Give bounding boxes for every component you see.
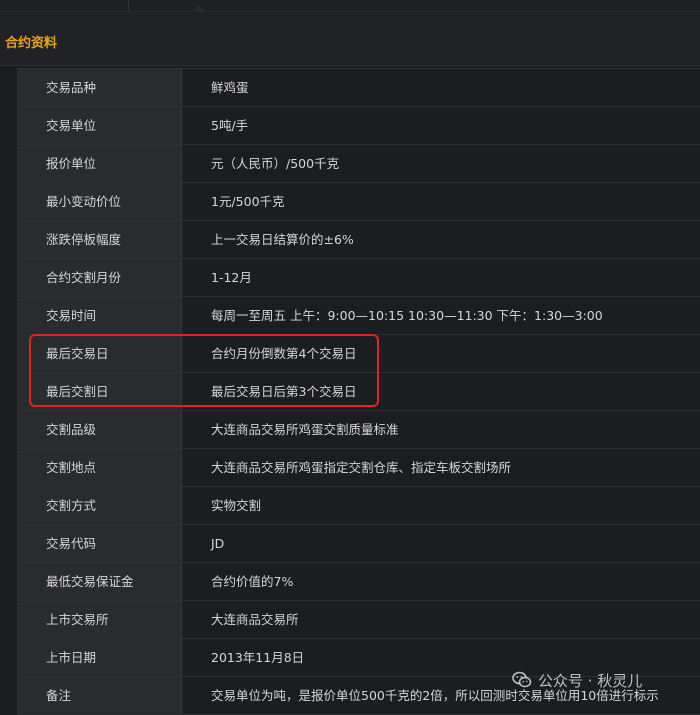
row-value: 鲜鸡蛋 (211, 80, 249, 95)
row-label: 最后交易日 (17, 335, 182, 372)
table-row: 交易代码 JD (17, 525, 700, 563)
row-value: 元（人民币）/500千克 (211, 156, 340, 171)
row-value: 实物交割 (211, 498, 262, 513)
contract-spec-table: 交易品种 鲜鸡蛋 交易单位 5吨/手 报价单位 元（人民币）/500千克 最小变… (17, 68, 700, 715)
row-label: 最小变动价位 (17, 183, 182, 220)
row-value: 1元/500千克 (211, 194, 285, 209)
table-row: 涨跌停板幅度 上一交易日结算价的±6% (17, 221, 700, 259)
row-value: JD (211, 536, 225, 551)
watermark-text: 公众号 · 秋灵儿 (538, 671, 643, 690)
table-row: 最小变动价位 1元/500千克 (17, 183, 700, 221)
row-label: 交易品种 (17, 69, 182, 106)
table-row: 最后交割日 最后交易日后第3个交易日 (17, 373, 700, 411)
watermark: 公众号 · 秋灵儿 (512, 669, 642, 691)
row-value: 最后交易日后第3个交易日 (211, 384, 357, 399)
row-label: 备注 (17, 677, 182, 714)
row-value: 合约月份倒数第4个交易日 (211, 346, 357, 361)
table-row: 交易品种 鲜鸡蛋 (17, 69, 700, 107)
row-value: 大连商品交易所鸡蛋指定交割仓库、指定车板交割场所 (211, 460, 512, 475)
table-row: 最低交易保证金 合约价值的7% (17, 563, 700, 601)
top-tab-bar (0, 0, 700, 12)
row-label: 交易单位 (17, 107, 182, 144)
row-label: 最低交易保证金 (17, 563, 182, 600)
wechat-official-account-icon (512, 671, 532, 689)
table-row: 上市交易所 大连商品交易所 (17, 601, 700, 639)
table-row: 交割品级 大连商品交易所鸡蛋交割质量标准 (17, 411, 700, 449)
row-label: 合约交割月份 (17, 259, 182, 296)
row-value: 每周一至周五 上午：9:00—10:15 10:30—11:30 下午：1:30… (211, 308, 603, 323)
row-label: 交割方式 (17, 487, 182, 524)
row-label: 交易代码 (17, 525, 182, 562)
row-value: 大连商品交易所鸡蛋交割质量标准 (211, 422, 399, 437)
table-row: 合约交割月份 1-12月 (17, 259, 700, 297)
tab-divider (128, 0, 129, 11)
row-value: 大连商品交易所 (211, 612, 299, 627)
row-label: 交易时间 (17, 297, 182, 334)
row-label: 最后交割日 (17, 373, 182, 410)
table-row: 最后交易日 合约月份倒数第4个交易日 (17, 335, 700, 373)
table-row: 交割地点 大连商品交易所鸡蛋指定交割仓库、指定车板交割场所 (17, 449, 700, 487)
table-row: 报价单位 元（人民币）/500千克 (17, 145, 700, 183)
row-label: 上市交易所 (17, 601, 182, 638)
row-label: 上市日期 (17, 639, 182, 676)
row-value: 合约价值的7% (211, 574, 294, 589)
row-label: 涨跌停板幅度 (17, 221, 182, 258)
section-title: 合约资料 (5, 36, 58, 51)
active-tab-indicator (193, 5, 205, 11)
table-row: 交易单位 5吨/手 (17, 107, 700, 145)
row-label: 交割地点 (17, 449, 182, 486)
row-label: 交割品级 (17, 411, 182, 448)
row-value: 1-12月 (211, 270, 252, 285)
row-value: 5吨/手 (211, 118, 249, 133)
row-label: 报价单位 (17, 145, 182, 182)
table-row: 交割方式 实物交割 (17, 487, 700, 525)
section-header: 合约资料 (0, 12, 700, 66)
row-value: 上一交易日结算价的±6% (211, 232, 354, 247)
table-row: 交易时间 每周一至周五 上午：9:00—10:15 10:30—11:30 下午… (17, 297, 700, 335)
